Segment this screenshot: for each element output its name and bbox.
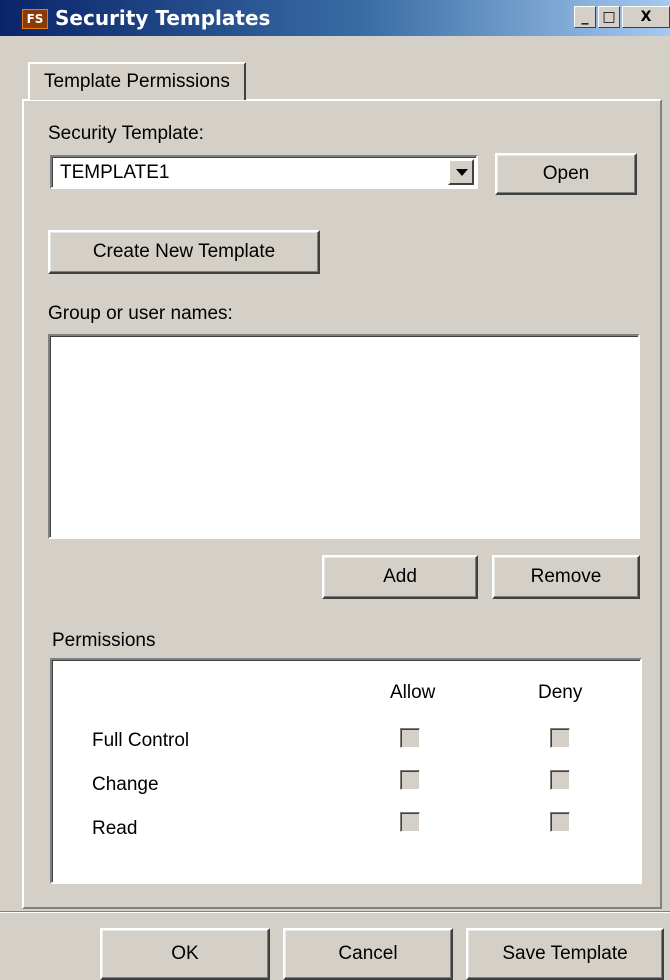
full-control-deny-checkbox[interactable] xyxy=(550,728,570,748)
permission-row-label: Full Control xyxy=(92,730,190,751)
add-button[interactable]: Add xyxy=(322,555,478,599)
read-deny-checkbox[interactable] xyxy=(550,812,570,832)
save-template-button[interactable]: Save Template xyxy=(466,928,664,980)
change-deny-checkbox[interactable] xyxy=(550,770,570,790)
footer-separator xyxy=(0,911,670,913)
window-title: Security Templates xyxy=(55,6,271,30)
title-bar[interactable]: FS Security Templates _ □ X xyxy=(0,0,670,36)
dropdown-arrow-icon[interactable] xyxy=(448,159,474,185)
group-user-list[interactable] xyxy=(48,334,640,539)
permissions-panel: Allow Deny Full Control Change Read xyxy=(50,658,642,884)
create-new-template-button[interactable]: Create New Template xyxy=(48,230,320,274)
app-icon: FS xyxy=(22,9,48,29)
maximize-button[interactable]: □ xyxy=(598,6,620,28)
permission-row-label: Read xyxy=(92,818,138,839)
permissions-label: Permissions xyxy=(52,630,156,651)
ok-button[interactable]: OK xyxy=(100,928,270,980)
full-control-allow-checkbox[interactable] xyxy=(400,728,420,748)
permission-row-label: Change xyxy=(92,774,159,795)
cancel-button[interactable]: Cancel xyxy=(283,928,453,980)
close-button[interactable]: X xyxy=(622,6,670,28)
minimize-button[interactable]: _ xyxy=(574,6,596,28)
allow-column-header: Allow xyxy=(390,682,436,703)
read-allow-checkbox[interactable] xyxy=(400,812,420,832)
remove-button[interactable]: Remove xyxy=(492,555,640,599)
tab-template-permissions[interactable]: Template Permissions xyxy=(28,62,246,100)
security-template-select[interactable]: TEMPLATE1 xyxy=(50,155,478,189)
security-template-label: Security Template: xyxy=(48,123,204,144)
group-user-names-label: Group or user names: xyxy=(48,303,233,324)
deny-column-header: Deny xyxy=(538,682,583,703)
change-allow-checkbox[interactable] xyxy=(400,770,420,790)
open-button[interactable]: Open xyxy=(495,153,637,195)
security-template-value: TEMPLATE1 xyxy=(60,162,170,183)
